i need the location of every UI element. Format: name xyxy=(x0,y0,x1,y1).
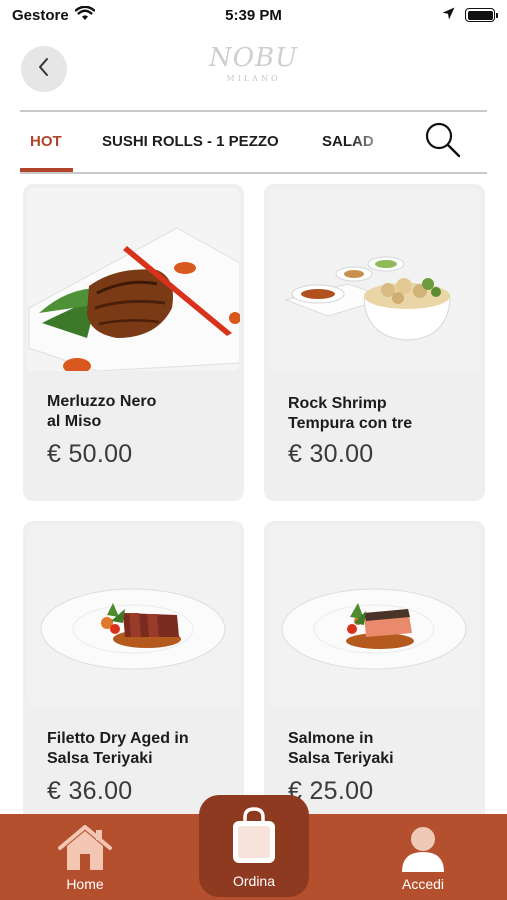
shopping-bag-icon xyxy=(229,807,279,870)
nav-login-label: Accedi xyxy=(401,876,445,892)
status-time: 5:39 PM xyxy=(225,6,282,24)
product-card[interactable]: Filetto Dry Aged in Salsa Teriyaki € 36.… xyxy=(23,521,244,814)
nobu-logo: NOBU MILANO xyxy=(0,44,507,83)
tabs-divider xyxy=(20,172,487,174)
logo-sub-text: MILANO xyxy=(226,74,281,83)
carrier-label: Gestore xyxy=(12,6,69,24)
nav-home-label: Home xyxy=(66,876,104,892)
tab-label: HOT xyxy=(30,132,62,150)
product-name: Filetto Dry Aged in Salsa Teriyaki xyxy=(47,730,189,767)
header: NOBU MILANO xyxy=(0,40,507,100)
product-name: Rock Shrimp Tempura con tre xyxy=(288,395,413,432)
salmon-teriyaki-photo xyxy=(268,525,481,708)
product-card[interactable]: Salmone in Salsa Teriyaki € 25.00 xyxy=(264,521,485,814)
logo-main-text: NOBU xyxy=(208,43,299,73)
wifi-icon xyxy=(74,5,96,25)
product-grid: Merluzzo Nero al Miso € 50.00 Rock Shrim… xyxy=(0,184,507,814)
search-button[interactable] xyxy=(421,120,465,164)
status-bar: Gestore 5:39 PM xyxy=(0,0,507,30)
rock-shrimp-tempura-photo xyxy=(268,188,481,371)
tab-label: SUSHI ROLLS - 1 PEZZO xyxy=(102,132,279,150)
category-tabs: HOT SUSHI ROLLS - 1 PEZZO SALAD xyxy=(20,112,487,174)
status-left: Gestore xyxy=(12,5,182,25)
product-name: Merluzzo Nero al Miso xyxy=(47,393,157,430)
order-button-label: Ordina xyxy=(232,873,276,889)
home-icon xyxy=(56,824,114,875)
beef-teriyaki-photo xyxy=(27,525,240,708)
product-name: Salmone in Salsa Teriyaki xyxy=(288,730,394,767)
nav-login[interactable]: Accedi xyxy=(378,814,468,900)
tab-sushi-rolls[interactable]: SUSHI ROLLS - 1 PEZZO xyxy=(102,112,279,170)
product-price: € 30.00 xyxy=(288,440,374,468)
tab-hot[interactable]: HOT xyxy=(30,112,62,170)
product-card[interactable]: Rock Shrimp Tempura con tre € 30.00 xyxy=(264,184,485,501)
user-icon xyxy=(400,826,446,875)
location-arrow-icon xyxy=(442,7,455,24)
product-price: € 36.00 xyxy=(47,777,133,805)
order-button[interactable]: Ordina xyxy=(199,795,309,897)
miso-black-cod-photo xyxy=(27,188,240,371)
status-right xyxy=(325,7,498,24)
product-price: € 50.00 xyxy=(47,440,133,468)
search-icon xyxy=(424,121,462,164)
product-card[interactable]: Merluzzo Nero al Miso € 50.00 xyxy=(23,184,244,501)
tab-overflow-fade xyxy=(350,112,410,170)
battery-icon xyxy=(465,8,498,22)
nav-home[interactable]: Home xyxy=(40,814,130,900)
